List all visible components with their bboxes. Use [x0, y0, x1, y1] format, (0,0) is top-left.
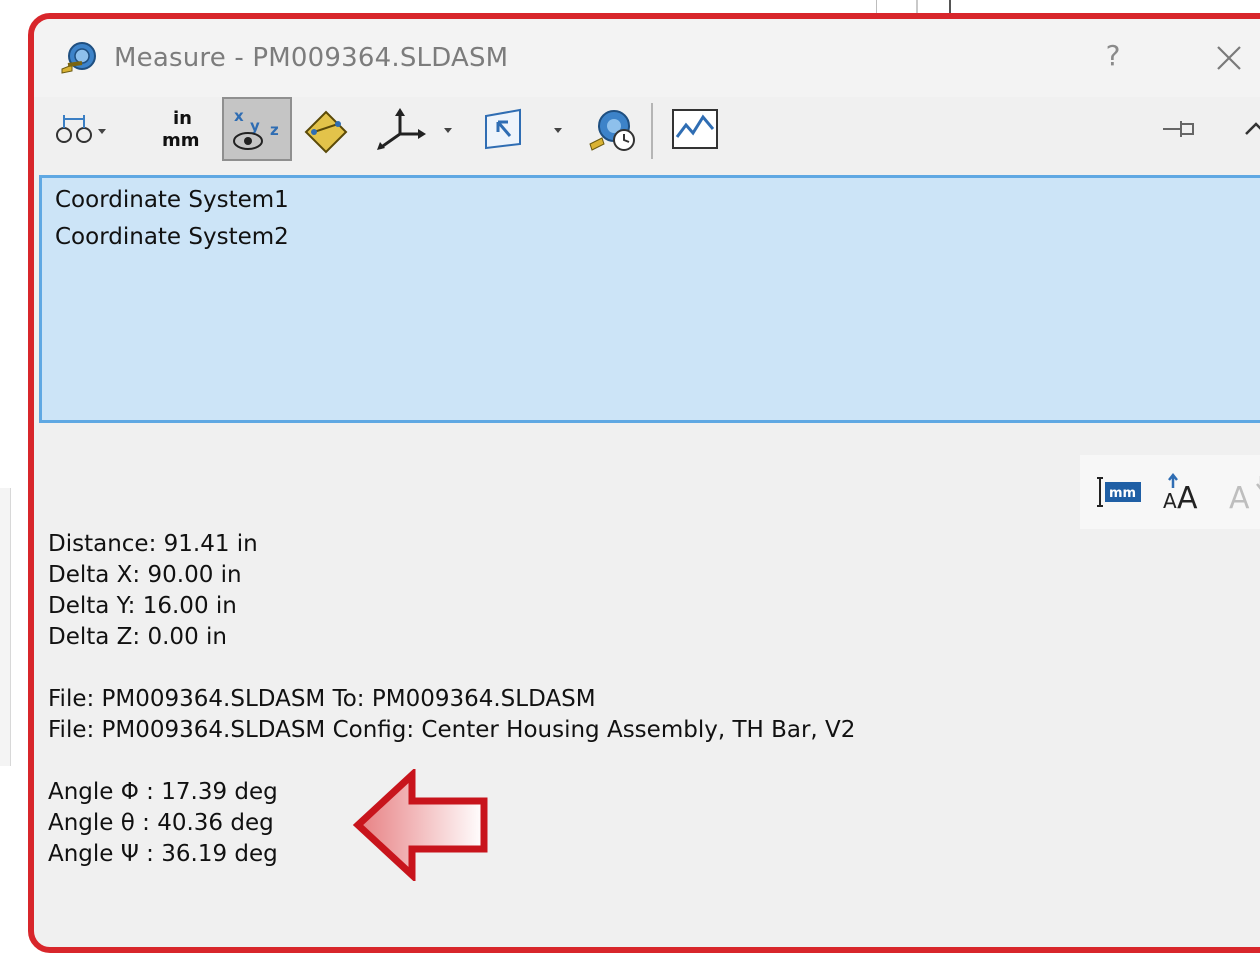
angle-psi-value: Angle Ψ : 36.19 deg — [48, 841, 278, 867]
projection-options-button[interactable] — [370, 97, 462, 161]
create-sensor-icon — [672, 109, 718, 149]
decrease-text-size-icon: A — [1229, 476, 1260, 512]
dimension-units-icon: mm — [1097, 477, 1141, 507]
file-config-line: File: PM009364.SLDASM Config: Center Hou… — [48, 717, 856, 743]
measure-tape-icon — [58, 39, 100, 75]
close-button[interactable] — [1210, 39, 1248, 77]
background-divider — [916, 0, 918, 14]
point-to-point-icon — [304, 110, 348, 154]
svg-text:A: A — [1229, 481, 1250, 512]
point-to-point-button[interactable] — [298, 97, 356, 161]
close-icon — [1217, 46, 1241, 70]
units-precision-button[interactable]: in mm — [158, 97, 212, 161]
projection-axes-icon — [377, 108, 452, 150]
background-divider — [949, 0, 951, 14]
measure-toolbar: in mm x y z — [34, 97, 1260, 169]
title-bar[interactable]: Measure - PM009364.SLDASM ? — [34, 19, 1260, 97]
arc-circle-options-button[interactable] — [52, 97, 114, 161]
help-button[interactable]: ? — [1096, 39, 1130, 72]
results-mini-toolbar: mm A A A — [1080, 455, 1260, 529]
arc-circle-measure-icon — [56, 115, 106, 143]
angle-phi-value: Angle Φ : 17.39 deg — [48, 779, 278, 805]
collapse-chevron-icon — [1245, 122, 1260, 135]
svg-text:in: in — [173, 108, 192, 129]
distance-value: Distance: 91.41 in — [48, 531, 258, 557]
collapse-button[interactable] — [1234, 97, 1260, 161]
increase-text-size-button[interactable]: A A — [1158, 465, 1212, 519]
measurement-history-icon — [589, 110, 635, 151]
pin-button[interactable] — [1154, 97, 1204, 161]
svg-text:mm: mm — [1109, 486, 1136, 501]
decrease-text-size-button[interactable]: A — [1224, 465, 1260, 519]
units-precision-icon: in mm — [162, 108, 200, 151]
svg-text:z: z — [270, 121, 279, 139]
background-divider — [876, 0, 877, 14]
show-xyz-measurements-icon: x y z — [233, 107, 279, 150]
create-sensor-button[interactable] — [666, 97, 724, 161]
measure-dialog: Measure - PM009364.SLDASM ? in mm x y z … — [28, 13, 1260, 953]
increase-text-size-icon: A A — [1163, 472, 1198, 512]
delta-y-value: Delta Y: 16.00 in — [48, 593, 237, 619]
select-coordinate-system-icon — [485, 108, 562, 150]
file-reference-line: File: PM009364.SLDASM To: PM009364.SLDAS… — [48, 686, 596, 712]
background-panel — [0, 488, 11, 766]
toolbar-separator — [651, 103, 653, 159]
delta-x-value: Delta X: 90.00 in — [48, 562, 242, 588]
dimension-units-button[interactable]: mm — [1092, 465, 1146, 519]
svg-text:x: x — [234, 107, 244, 125]
select-coordinate-system-button[interactable] — [480, 97, 572, 161]
window-title: Measure - PM009364.SLDASM — [114, 43, 509, 73]
left-arrow-callout-icon — [352, 766, 492, 884]
pin-icon — [1163, 121, 1194, 137]
show-xyz-toggle[interactable]: x y z — [222, 97, 292, 161]
selection-list[interactable]: Coordinate System1 Coordinate System2 — [39, 175, 1260, 423]
delta-z-value: Delta Z: 0.00 in — [48, 624, 227, 650]
measurement-history-button[interactable] — [584, 97, 642, 161]
angle-theta-value: Angle θ : 40.36 deg — [48, 810, 274, 836]
svg-text:mm: mm — [162, 130, 200, 151]
selection-item[interactable]: Coordinate System2 — [55, 224, 289, 250]
svg-text:A: A — [1163, 489, 1177, 512]
svg-text:A: A — [1177, 481, 1198, 512]
selection-item[interactable]: Coordinate System1 — [55, 187, 289, 213]
